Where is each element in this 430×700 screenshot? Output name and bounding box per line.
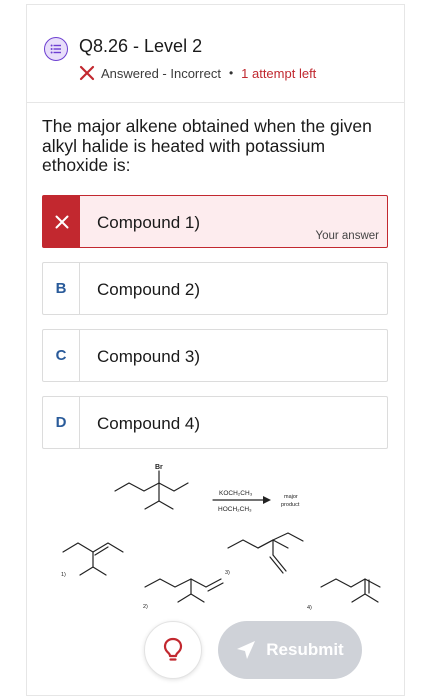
option-d[interactable]: D Compound 4) [42, 396, 388, 449]
option-b[interactable]: B Compound 2) [42, 262, 388, 315]
product-line1: major [284, 494, 298, 500]
option-b-letter: B [43, 263, 80, 314]
option-c[interactable]: C Compound 3) [42, 329, 388, 382]
option-a-marker [43, 196, 80, 247]
lightbulb-icon [163, 637, 183, 661]
option-c-letter: C [43, 330, 80, 381]
compound-1-skeleton [62, 542, 124, 553]
reagent-top: KOCH₂CH₃ [219, 490, 253, 497]
question-card: Q8.26 - Level 2 Answered - Incorrect • 1… [26, 4, 405, 696]
option-d-letter: D [43, 397, 80, 448]
option-c-label: Compound 3) [97, 347, 201, 366]
question-text: The major alkene obtained when the given… [42, 116, 372, 175]
halogen-label: Br [155, 464, 163, 471]
option-d-label: Compound 4) [97, 414, 201, 433]
compound-4-number: 4) [307, 605, 312, 611]
close-icon [55, 215, 68, 228]
your-answer-tag: Your answer [315, 230, 379, 242]
compound-3-skeleton [227, 539, 289, 549]
send-icon [237, 641, 256, 659]
compound-3-number: 3) [225, 570, 230, 576]
hint-button[interactable] [144, 621, 202, 679]
reaction-scheme: Br KOCH₂CH₃ HOCH₂CH₃ major product 1) 2)… [61, 464, 381, 611]
list-icon [44, 37, 68, 61]
reagent-bottom: HOCH₂CH₃ [218, 506, 252, 513]
question-header: Q8.26 - Level 2 Answered - Incorrect • 1… [27, 5, 404, 103]
compound-1-number: 1) [61, 572, 66, 578]
compound-2-number: 2) [143, 604, 148, 610]
attempts-left: 1 attempt left [241, 65, 317, 81]
question-title: Q8.26 - Level 2 [79, 36, 203, 56]
resubmit-button[interactable]: Resubmit [218, 621, 362, 679]
x-icon [79, 65, 95, 81]
product-line2: product [281, 502, 300, 508]
reactant-skeleton [114, 482, 160, 502]
compound-4-skeleton [320, 578, 381, 588]
compound-2-skeleton [144, 578, 222, 588]
status-separator: • [228, 66, 234, 80]
option-b-label: Compound 2) [97, 280, 201, 299]
resubmit-label: Resubmit [266, 640, 344, 659]
option-a-label: Compound 1) [97, 213, 201, 232]
answer-status: Answered - Incorrect • 1 attempt left [79, 65, 316, 81]
option-a[interactable]: Compound 1) Your answer [42, 195, 388, 248]
status-text: Answered - Incorrect [101, 65, 221, 81]
